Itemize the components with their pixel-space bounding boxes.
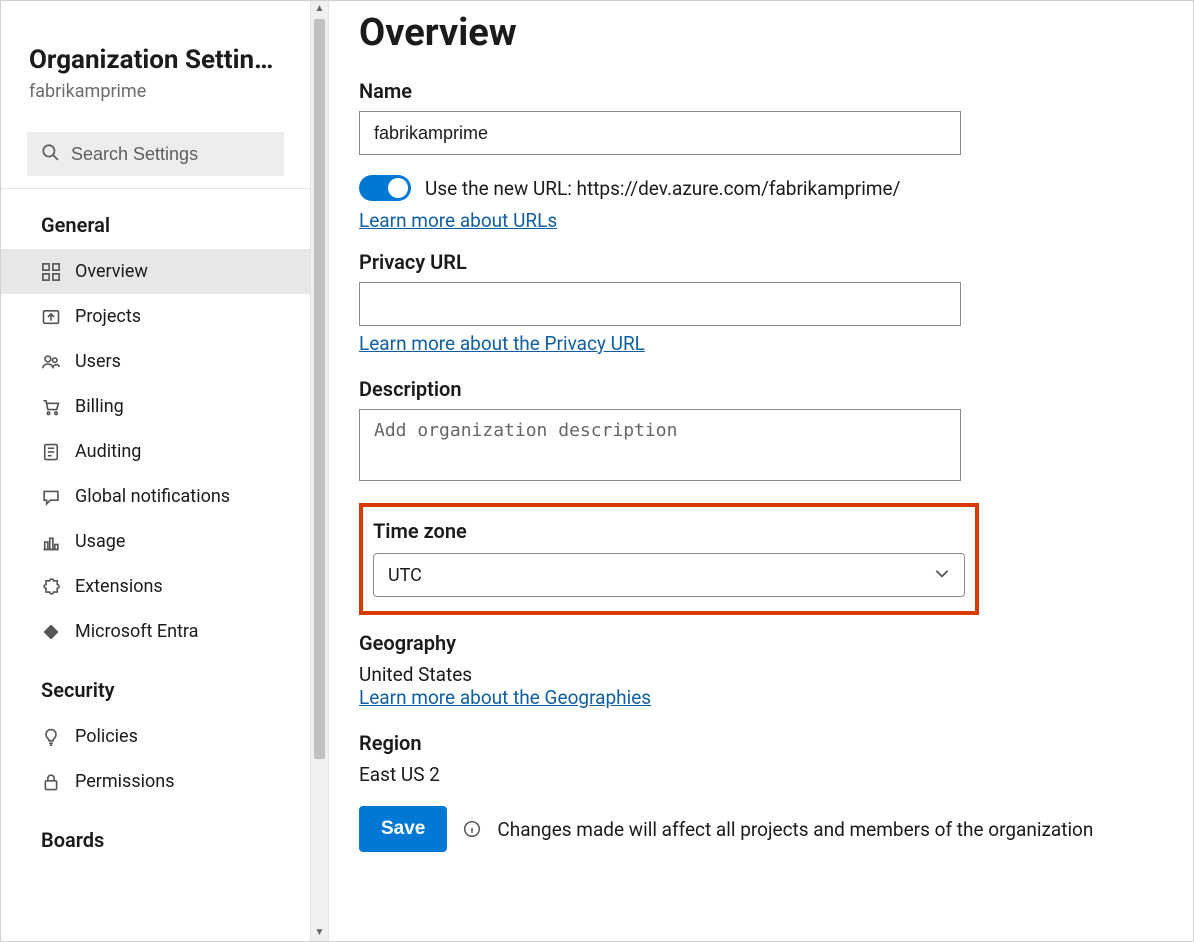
- sidebar-item-label: Auditing: [75, 441, 141, 462]
- url-learn-more-row: Learn more about URLs: [359, 209, 961, 232]
- region-value: East US 2: [359, 763, 961, 786]
- learn-more-urls-link[interactable]: Learn more about URLs: [359, 209, 557, 232]
- search-input[interactable]: [71, 144, 270, 165]
- region-row: Region East US 2: [359, 731, 961, 786]
- geography-value: United States: [359, 663, 961, 686]
- puzzle-icon: [41, 577, 61, 597]
- sidebar-item-label: Extensions: [75, 576, 163, 597]
- sidebar-item-billing[interactable]: Billing: [1, 384, 310, 429]
- sidebar-item-label: Permissions: [75, 771, 175, 792]
- app-root: Organization Settin… fabrikamprime Gener…: [0, 0, 1194, 942]
- search-box[interactable]: [27, 132, 284, 176]
- learn-more-privacy-link[interactable]: Learn more about the Privacy URL: [359, 332, 645, 355]
- toggle-knob: [388, 178, 408, 198]
- page-title: Overview: [359, 11, 1193, 55]
- url-toggle-label: Use the new URL: https://dev.azure.com/f…: [425, 177, 900, 200]
- cart-icon: [41, 397, 61, 417]
- scroll-thumb[interactable]: [314, 19, 325, 759]
- sidebar-item-label: Overview: [75, 261, 148, 282]
- sidebar-item-label: Microsoft Entra: [75, 621, 198, 642]
- description-row: Description: [359, 377, 961, 485]
- scroll-down-icon[interactable]: ▼: [311, 925, 328, 941]
- sidebar-item-label: Billing: [75, 396, 124, 417]
- save-warning-text: Changes made will affect all projects an…: [497, 818, 1093, 841]
- url-toggle[interactable]: [359, 175, 411, 201]
- sidebar-item-overview[interactable]: Overview: [1, 249, 310, 294]
- sidebar-item-label: Global notifications: [75, 486, 230, 507]
- timezone-value: UTC: [388, 565, 422, 586]
- sidebar-item-policies[interactable]: Policies: [1, 714, 310, 759]
- sidebar-item-microsoft-entra[interactable]: Microsoft Entra: [1, 609, 310, 654]
- grid-overview-icon: [41, 262, 61, 282]
- timezone-select[interactable]: UTC: [373, 553, 965, 597]
- sidebar-item-label: Projects: [75, 306, 141, 327]
- nav-group-label: Boards: [1, 804, 310, 864]
- sidebar-title: Organization Settin…: [29, 45, 282, 75]
- name-label: Name: [359, 79, 961, 103]
- privacy-label: Privacy URL: [359, 250, 961, 274]
- log-icon: [41, 442, 61, 462]
- nav-group-label: Security: [1, 654, 310, 714]
- geography-row: Geography United States Learn more about…: [359, 631, 961, 709]
- description-input[interactable]: [359, 409, 961, 481]
- lightbulb-icon: [41, 727, 61, 747]
- save-button[interactable]: Save: [359, 806, 447, 852]
- sidebar-item-global-notifications[interactable]: Global notifications: [1, 474, 310, 519]
- info-icon: [463, 820, 481, 838]
- search-wrap: [27, 132, 284, 176]
- nav-group-label: General: [1, 189, 310, 249]
- people-icon: [41, 352, 61, 372]
- timezone-select-wrap: UTC: [373, 553, 965, 597]
- timezone-label: Time zone: [373, 519, 965, 543]
- sidebar-item-permissions[interactable]: Permissions: [1, 759, 310, 804]
- main-content: Overview Name Use the new URL: https://d…: [329, 1, 1193, 941]
- sidebar-item-auditing[interactable]: Auditing: [1, 429, 310, 474]
- sidebar-item-extensions[interactable]: Extensions: [1, 564, 310, 609]
- privacy-input[interactable]: [359, 282, 961, 326]
- sidebar-item-projects[interactable]: Projects: [1, 294, 310, 339]
- entra-icon: [41, 622, 61, 642]
- name-input[interactable]: [359, 111, 961, 155]
- sidebar: Organization Settin… fabrikamprime Gener…: [1, 1, 329, 941]
- sidebar-scrollbar[interactable]: ▲ ▼: [310, 1, 328, 941]
- lock-icon: [41, 772, 61, 792]
- sidebar-content: Organization Settin… fabrikamprime Gener…: [1, 1, 328, 864]
- search-icon: [41, 143, 59, 165]
- geography-label: Geography: [359, 631, 961, 655]
- sidebar-item-label: Users: [75, 351, 121, 372]
- name-row: Name: [359, 79, 961, 155]
- scroll-up-icon[interactable]: ▲: [311, 1, 328, 17]
- region-label: Region: [359, 731, 961, 755]
- sidebar-subtitle: fabrikamprime: [29, 81, 282, 102]
- description-label: Description: [359, 377, 961, 401]
- sidebar-header: Organization Settin… fabrikamprime: [1, 1, 310, 118]
- url-toggle-row: Use the new URL: https://dev.azure.com/f…: [359, 175, 961, 201]
- learn-more-geographies-link[interactable]: Learn more about the Geographies: [359, 686, 651, 709]
- chat-icon: [41, 487, 61, 507]
- bar-chart-icon: [41, 532, 61, 552]
- sidebar-item-usage[interactable]: Usage: [1, 519, 310, 564]
- sidebar-item-users[interactable]: Users: [1, 339, 310, 384]
- sidebar-item-label: Usage: [75, 531, 125, 552]
- form-column: Name Use the new URL: https://dev.azure.…: [359, 79, 961, 485]
- timezone-highlight: Time zone UTC: [359, 503, 979, 615]
- privacy-row: Privacy URL Learn more about the Privacy…: [359, 250, 961, 355]
- upload-box-icon: [41, 307, 61, 327]
- save-row: Save Changes made will affect all projec…: [359, 806, 1193, 852]
- sidebar-item-label: Policies: [75, 726, 138, 747]
